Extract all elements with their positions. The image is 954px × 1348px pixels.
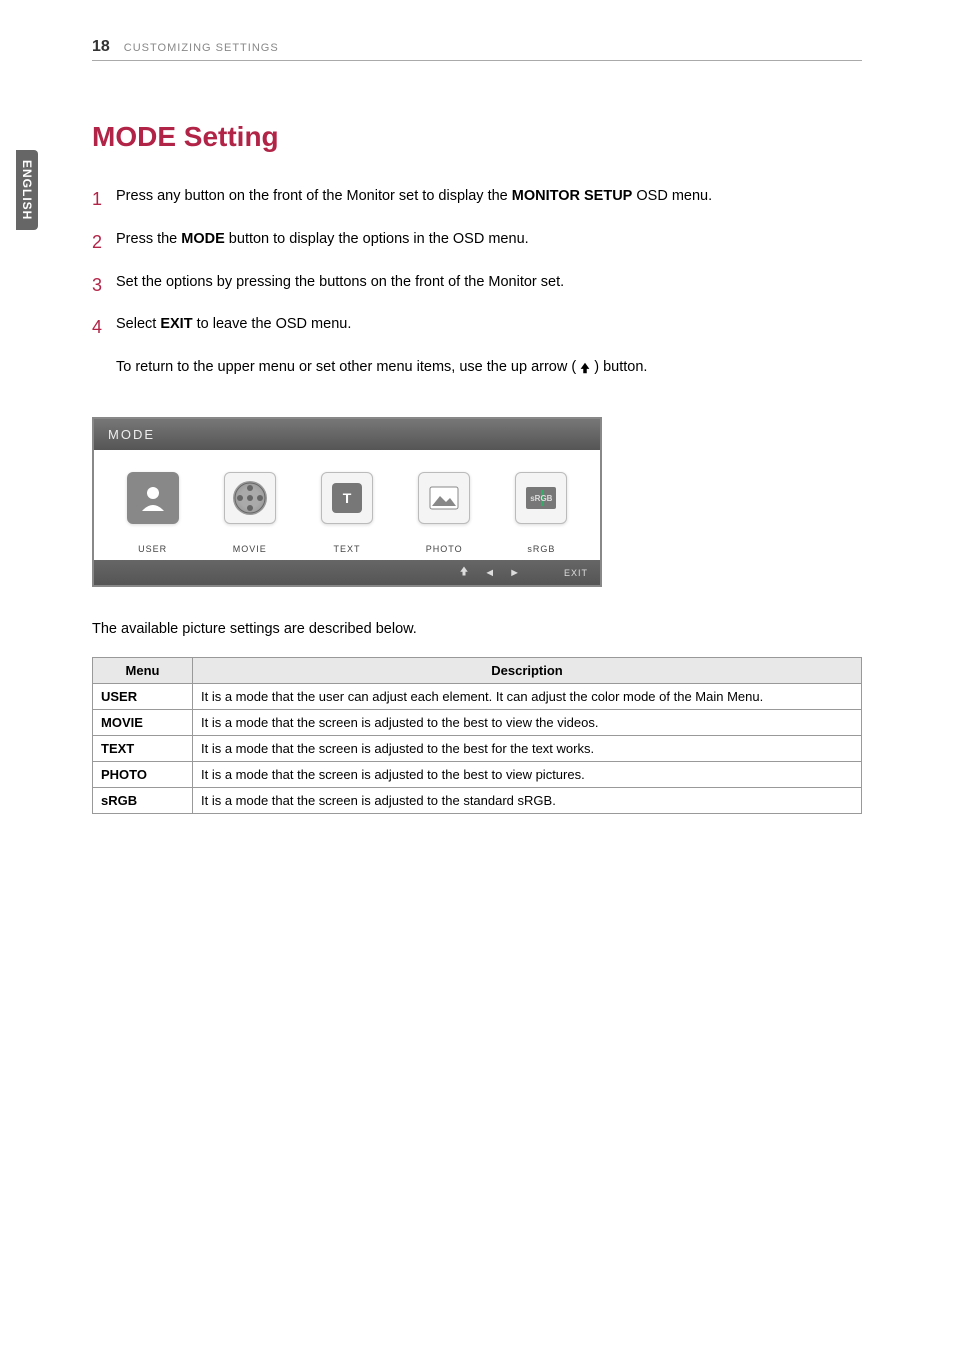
- left-nav-icon[interactable]: ◄: [484, 567, 495, 579]
- table-header-desc: Description: [193, 658, 862, 684]
- settings-table: Menu Description USER It is a mode that …: [92, 657, 862, 814]
- osd-label: PHOTO: [404, 544, 484, 554]
- osd-item-text[interactable]: T TEXT: [307, 472, 387, 554]
- text-icon: T: [321, 472, 373, 524]
- table-row: USER It is a mode that the user can adju…: [93, 684, 862, 710]
- page-header: 18 CUSTOMIZING SETTINGS: [92, 38, 862, 61]
- step-number: 4: [92, 313, 116, 342]
- osd-label: sRGB: [501, 544, 581, 554]
- osd-label: USER: [113, 544, 193, 554]
- page-title: MODE Setting: [92, 121, 862, 153]
- user-icon: [127, 472, 179, 524]
- steps-list: 1 Press any button on the front of the M…: [92, 185, 862, 379]
- osd-item-srgb[interactable]: sRGB sRGB: [501, 472, 581, 554]
- osd-footer: ◄ ► EXIT: [94, 560, 600, 585]
- osd-label: TEXT: [307, 544, 387, 554]
- page-number: 18: [92, 38, 110, 56]
- right-nav-icon[interactable]: ►: [509, 567, 520, 579]
- osd-item-photo[interactable]: PHOTO: [404, 472, 484, 554]
- osd-title: MODE: [94, 419, 600, 450]
- osd-label: MOVIE: [210, 544, 290, 554]
- table-row: TEXT It is a mode that the screen is adj…: [93, 736, 862, 762]
- osd-item-movie[interactable]: MOVIE: [210, 472, 290, 554]
- movie-icon: [224, 472, 276, 524]
- step-text: Set the options by pressing the buttons …: [116, 271, 564, 300]
- photo-icon: [418, 472, 470, 524]
- exit-button[interactable]: EXIT: [564, 568, 588, 578]
- step-text: Select EXIT to leave the OSD menu.: [116, 313, 351, 342]
- step-text: Press the MODE button to display the opt…: [116, 228, 529, 257]
- table-row: MOVIE It is a mode that the screen is ad…: [93, 710, 862, 736]
- table-row: PHOTO It is a mode that the screen is ad…: [93, 762, 862, 788]
- table-intro: The available picture settings are descr…: [92, 621, 862, 637]
- osd-item-user[interactable]: USER: [113, 472, 193, 554]
- srgb-icon: sRGB: [515, 472, 567, 524]
- up-nav-icon[interactable]: [458, 565, 470, 580]
- section-title: CUSTOMIZING SETTINGS: [124, 42, 279, 54]
- step-number: 3: [92, 271, 116, 300]
- up-arrow-icon: [578, 361, 592, 375]
- step-subline: To return to the upper menu or set other…: [116, 356, 862, 379]
- step-number: 2: [92, 228, 116, 257]
- table-header-menu: Menu: [93, 658, 193, 684]
- step-text: Press any button on the front of the Mon…: [116, 185, 712, 214]
- osd-panel: MODE USER MOVIE T TEXT: [92, 417, 602, 587]
- table-row: sRGB It is a mode that the screen is adj…: [93, 788, 862, 814]
- step-number: 1: [92, 185, 116, 214]
